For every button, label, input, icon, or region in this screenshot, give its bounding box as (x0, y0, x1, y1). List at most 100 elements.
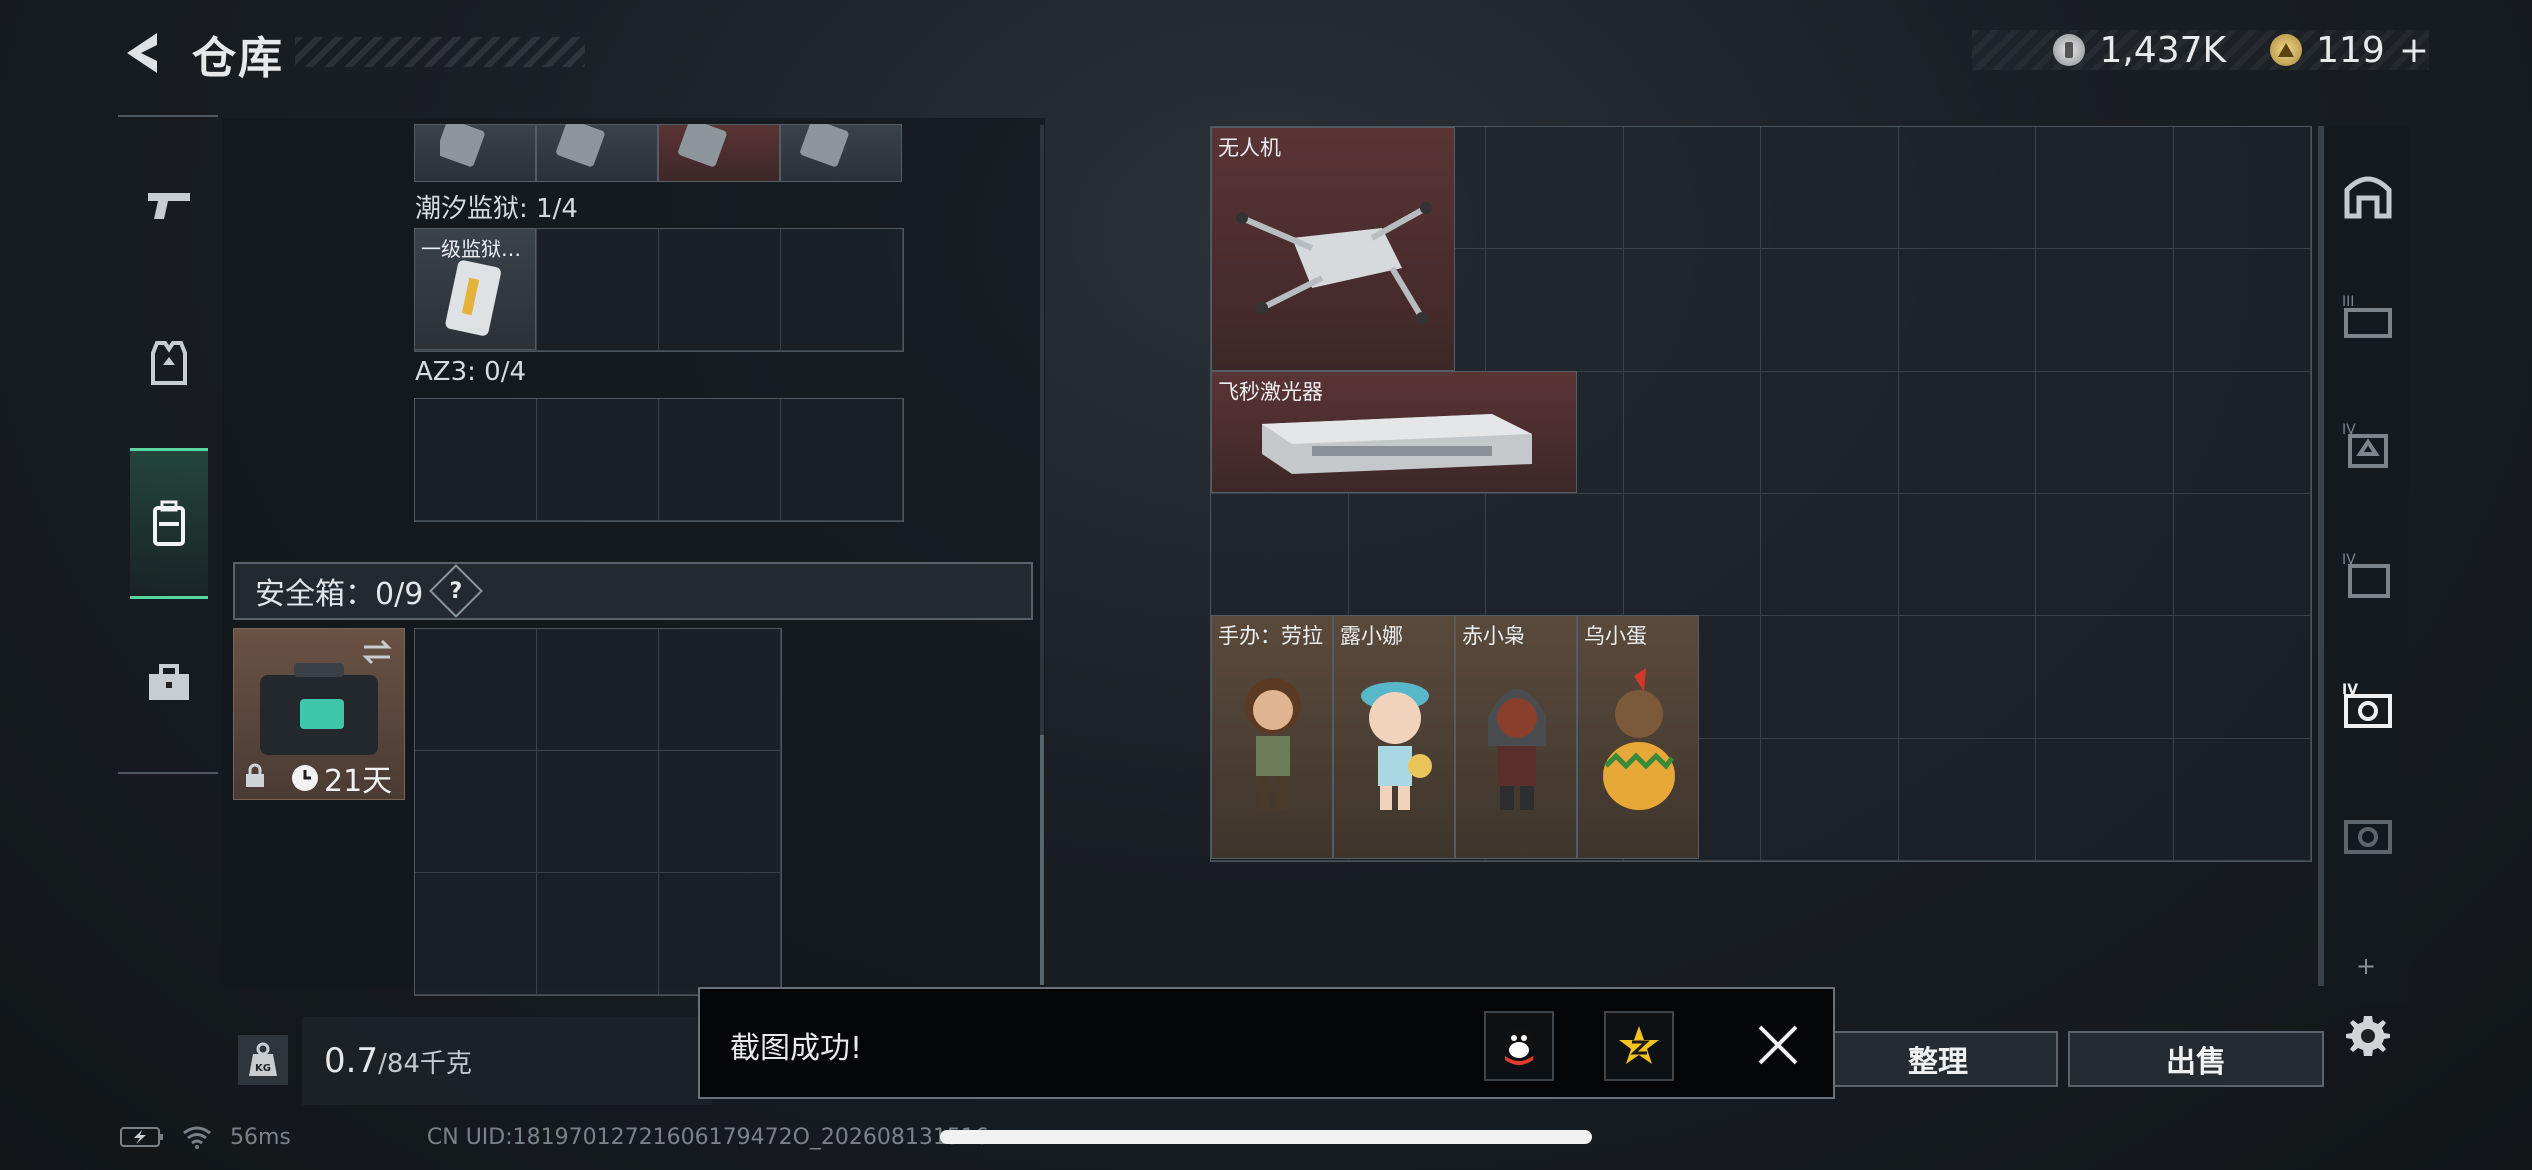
right-scrollbar[interactable] (2318, 126, 2324, 986)
category-supplies[interactable] (130, 638, 208, 728)
grid-cell[interactable] (415, 629, 537, 751)
safe-box-header: 安全箱：0/9 ? (233, 562, 1033, 620)
rail-armor-iii-button[interactable]: III (2335, 284, 2401, 350)
left-scrollbar-thumb[interactable] (1040, 735, 1044, 985)
item-label: 露小娜 (1340, 624, 1403, 648)
grid-cell[interactable] (2036, 738, 2174, 861)
grid-cell[interactable] (2173, 738, 2311, 861)
share-qzone-button[interactable] (1604, 1011, 1674, 1081)
grid-cell[interactable] (1898, 738, 2036, 861)
grid-cell[interactable] (537, 751, 659, 873)
item-label: 手办：劳拉 (1218, 624, 1323, 648)
title-decoration (295, 37, 585, 67)
grid-cell[interactable] (1761, 249, 1899, 372)
home-indicator[interactable] (940, 1130, 1592, 1144)
rail-map-button[interactable] (2335, 162, 2401, 228)
category-weapons[interactable] (130, 160, 208, 250)
ping-value: 56ms (230, 1124, 291, 1150)
grid-cell[interactable] (2036, 494, 2174, 617)
grid-cell[interactable] (1761, 494, 1899, 617)
rail-armor-iv-button[interactable]: IV (2335, 412, 2401, 478)
rail-camera-button[interactable] (2335, 802, 2401, 868)
armor-iv-icon: IV (2342, 422, 2388, 468)
grid-cell[interactable] (781, 229, 903, 351)
grid-cell[interactable] (415, 751, 537, 873)
figure-luna-item[interactable]: 露小娜 (1333, 615, 1455, 859)
gear-icon (2346, 1016, 2390, 1056)
player-uid: CN UID:18197012721606179472O_20260813151… (426, 1124, 989, 1150)
safe-box-days: 21天 (324, 764, 393, 799)
drone-item[interactable]: 无人机 (1211, 127, 1455, 371)
item-label: 乌小蛋 (1584, 624, 1647, 648)
grid-cell[interactable] (1486, 127, 1624, 250)
figure-chi-xiaoxiao-item[interactable]: 赤小枭 (1455, 615, 1577, 859)
grid-cell[interactable] (2173, 249, 2311, 372)
grid-cell[interactable] (2173, 127, 2311, 250)
grid-cell[interactable] (1623, 494, 1761, 617)
grid-cell[interactable] (2173, 371, 2311, 494)
laser-device-icon (1262, 414, 1532, 474)
figure-lara-item[interactable]: 手办：劳拉 (1211, 615, 1333, 859)
grid-cell[interactable] (537, 399, 659, 521)
femtosecond-laser-item[interactable]: 飞秒激光器 (1211, 371, 1577, 493)
grid-cell[interactable] (2036, 616, 2174, 739)
grid-cell[interactable] (1211, 494, 1349, 617)
grid-cell[interactable] (659, 399, 781, 521)
back-button[interactable] (115, 25, 170, 80)
qzone-star-icon (1619, 1026, 1659, 1064)
silver-coin-icon (2053, 34, 2086, 66)
grid-cell[interactable] (1898, 494, 2036, 617)
grid-cell[interactable] (659, 229, 781, 351)
grid-cell[interactable] (2173, 494, 2311, 617)
grid-cell[interactable] (415, 873, 537, 995)
status-bar: 56ms CN UID:18197012721606179472O_202608… (120, 1122, 989, 1152)
grid-cell[interactable] (659, 751, 781, 873)
sell-button[interactable]: 出售 (2068, 1031, 2324, 1087)
grid-cell[interactable] (659, 873, 781, 995)
grid-cell[interactable] (1623, 371, 1761, 494)
add-currency-button[interactable]: + (2399, 30, 2429, 71)
currency-bar: 1,437K 119 + (1972, 30, 2429, 71)
rail-camera-iv-button[interactable]: IV (2335, 672, 2401, 738)
vest-icon (151, 341, 187, 385)
category-equipment[interactable] (130, 318, 208, 408)
rail-more[interactable]: + (2356, 952, 2376, 980)
grid-cell[interactable] (2036, 371, 2174, 494)
grid-cell[interactable] (1898, 371, 2036, 494)
rail-case-iv-button[interactable]: IV (2335, 542, 2401, 608)
grid-cell[interactable] (1898, 127, 2036, 250)
grid-cell[interactable] (1898, 249, 2036, 372)
sort-button[interactable]: 整理 (1818, 1031, 2058, 1087)
grid-cell[interactable] (1761, 616, 1899, 739)
grid-cell[interactable] (2173, 616, 2311, 739)
grid-cell[interactable] (1623, 249, 1761, 372)
grid-cell[interactable] (1486, 249, 1624, 372)
grid-cell[interactable] (1761, 738, 1899, 861)
grid-cell[interactable] (537, 229, 659, 351)
settings-button[interactable] (2340, 1008, 2396, 1064)
grid-cell[interactable] (1623, 127, 1761, 250)
weight-indicator: 0.7 /84千克 (302, 1017, 712, 1105)
prison-keycard-item[interactable]: 一级监狱… (414, 228, 536, 350)
grid-cell[interactable] (415, 399, 537, 521)
category-backpack[interactable] (130, 448, 208, 599)
grid-cell[interactable] (1761, 127, 1899, 250)
help-button[interactable]: ? (429, 564, 484, 618)
share-qq-button[interactable] (1484, 1011, 1554, 1081)
grid-cell[interactable] (1486, 494, 1624, 617)
grid-cell[interactable] (1898, 616, 2036, 739)
figure-wu-xiaodan-item[interactable]: 乌小蛋 (1577, 615, 1699, 859)
drone-icon (1236, 202, 1432, 324)
close-icon (1758, 1025, 1798, 1065)
grid-cell[interactable] (1761, 371, 1899, 494)
grid-cell[interactable] (2036, 127, 2174, 250)
grid-cell[interactable] (659, 629, 781, 751)
close-button[interactable] (1750, 1017, 1806, 1073)
grid-cell[interactable] (1348, 494, 1486, 617)
weight-icon: KG (238, 1035, 288, 1085)
grid-cell[interactable] (2036, 249, 2174, 372)
grid-cell[interactable] (781, 399, 903, 521)
grid-cell[interactable] (537, 873, 659, 995)
grid-cell[interactable] (537, 629, 659, 751)
battery-icon (120, 1127, 163, 1147)
